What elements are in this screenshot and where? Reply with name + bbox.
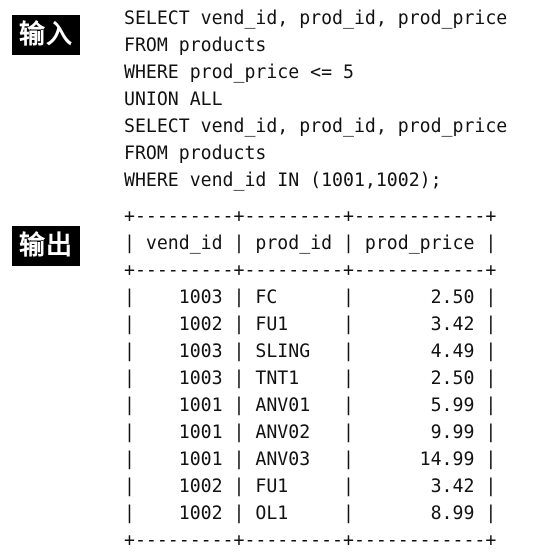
result-table: +---------+---------+------------+ | vend…: [124, 203, 496, 554]
query-line: FROM products: [124, 35, 267, 56]
query-line: WHERE vend_id IN (1001,1002);: [124, 170, 442, 191]
table-row: | 1001 | ANV03 | 14.99 |: [124, 449, 497, 470]
table-row: | 1003 | SLING | 4.49 |: [124, 341, 497, 362]
table-row: | 1002 | OL1 | 8.99 |: [124, 503, 497, 524]
table-border: +---------+---------+------------+: [124, 260, 497, 281]
table-row: | 1001 | ANV01 | 5.99 |: [124, 395, 497, 416]
query-line: SELECT vend_id, prod_id, prod_price: [124, 116, 508, 137]
output-label: 输出: [12, 226, 80, 266]
sql-query: SELECT vend_id, prod_id, prod_price FROM …: [124, 5, 507, 194]
table-row: | 1002 | FU1 | 3.42 |: [124, 314, 497, 335]
table-row: | 1003 | FC | 2.50 |: [124, 287, 497, 308]
table-row: | 1001 | ANV02 | 9.99 |: [124, 422, 497, 443]
table-border: +---------+---------+------------+: [124, 206, 497, 227]
query-line: WHERE prod_price <= 5: [124, 62, 354, 83]
table-row: | 1003 | TNT1 | 2.50 |: [124, 368, 497, 389]
table-header-row: | vend_id | prod_id | prod_price |: [124, 233, 497, 254]
table-border: +---------+---------+------------+: [124, 530, 497, 551]
table-row: | 1002 | FU1 | 3.42 |: [124, 476, 497, 497]
query-line: SELECT vend_id, prod_id, prod_price: [124, 8, 508, 29]
query-line: UNION ALL: [124, 89, 223, 110]
input-label: 输入: [12, 15, 80, 55]
query-line: FROM products: [124, 143, 267, 164]
